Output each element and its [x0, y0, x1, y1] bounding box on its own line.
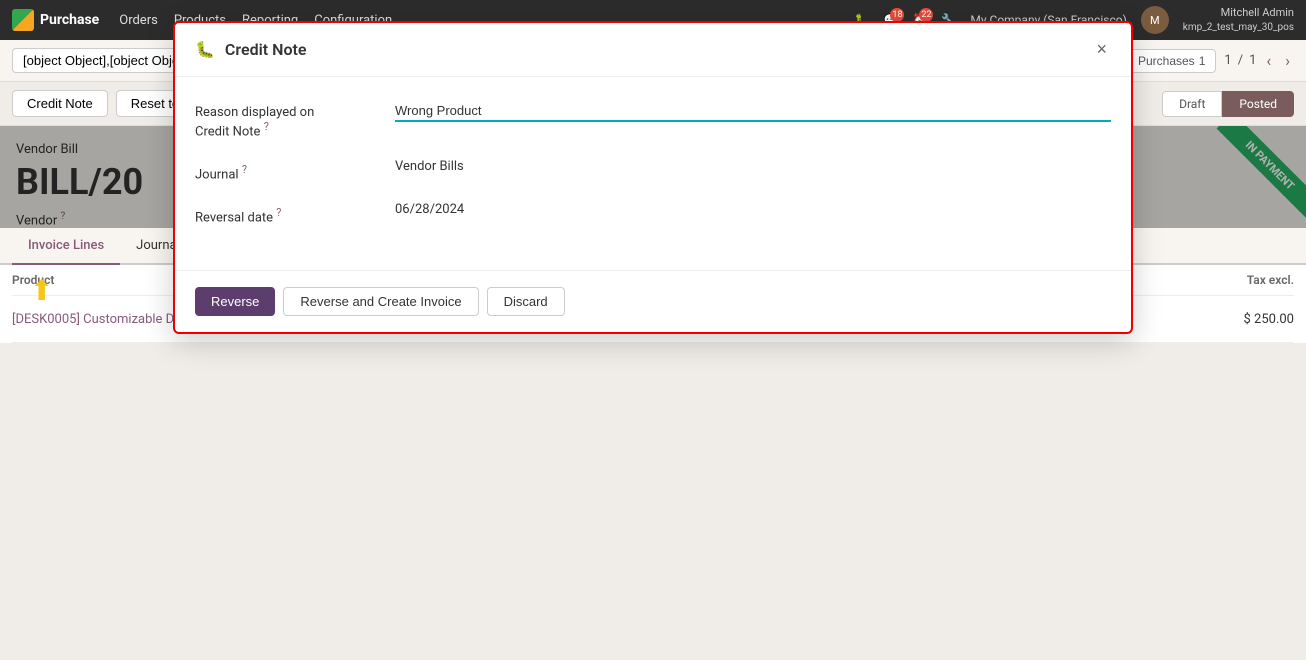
next-page-button[interactable]: ›: [1281, 49, 1294, 72]
reversal-date-row: Reversal date ? 06/28/2024: [195, 202, 1111, 225]
smart-btn-label: Purchases: [1138, 54, 1195, 68]
journal-help[interactable]: ?: [242, 163, 247, 176]
main-content: ⬆ Vendor Bill BILL/20 Vendor ? IN PAYMEN…: [0, 126, 1306, 228]
reverse-create-button[interactable]: Reverse and Create Invoice: [283, 287, 478, 316]
prev-page-button[interactable]: ‹: [1262, 49, 1275, 72]
reverse-button[interactable]: Reverse: [195, 287, 275, 316]
credit-note-dialog: 🐛 Credit Note × Reason displayed on Cred…: [173, 21, 1133, 334]
page-total: 1: [1249, 53, 1256, 68]
chat-count: 18: [890, 8, 904, 22]
smart-btn-count: 1: [1199, 54, 1206, 68]
dialog-title: Credit Note: [225, 40, 1083, 59]
dialog-header: 🐛 Credit Note ×: [175, 23, 1131, 77]
nav-orders[interactable]: Orders: [119, 13, 158, 28]
logo-icon: [12, 9, 34, 31]
avatar[interactable]: M: [1141, 6, 1169, 34]
page-current: 1: [1224, 53, 1231, 68]
credit-note-button[interactable]: Credit Note: [12, 90, 108, 117]
user-db: kmp_2_test_may_30_pos: [1183, 21, 1294, 34]
tab-invoice-lines[interactable]: Invoice Lines: [12, 228, 120, 265]
user-name: Mitchell Admin: [1183, 6, 1294, 20]
page-sep: /: [1238, 53, 1243, 68]
reversal-help[interactable]: ?: [276, 206, 281, 219]
dialog-bug-icon: 🐛: [195, 40, 215, 59]
status-draft[interactable]: Draft: [1162, 91, 1222, 117]
journal-value: Vendor Bills: [395, 159, 1111, 174]
reason-label: Reason displayed on Credit Note ?: [195, 101, 395, 139]
journal-row: Journal ? Vendor Bills: [195, 159, 1111, 182]
reversal-date-label: Reversal date ?: [195, 202, 395, 225]
dialog-close-button[interactable]: ×: [1092, 39, 1111, 60]
dialog-overlay: 🐛 Credit Note × Reason displayed on Cred…: [0, 126, 1306, 228]
app-logo[interactable]: Purchase: [12, 9, 99, 31]
arrow-indicator: ⬆: [30, 274, 53, 307]
journal-label: Journal ?: [195, 159, 395, 182]
app-name: Purchase: [40, 12, 99, 28]
status-bar: Draft Posted: [1162, 91, 1294, 117]
credit-note-label: Credit Note: [27, 96, 93, 111]
status-posted[interactable]: Posted: [1222, 91, 1294, 117]
dialog-body: Reason displayed on Credit Note ? Journa…: [175, 77, 1131, 270]
reason-input[interactable]: [395, 101, 1111, 122]
reversal-date-value: 06/28/2024: [395, 202, 1111, 217]
reason-value-container: [395, 101, 1111, 122]
reason-help[interactable]: ?: [264, 120, 269, 133]
dialog-footer: Reverse Reverse and Create Invoice Disca…: [175, 270, 1131, 332]
clock-count: 22: [919, 8, 933, 22]
pagination: 1 / 1 ‹ ›: [1224, 49, 1294, 72]
discard-button[interactable]: Discard: [487, 287, 565, 316]
reason-row: Reason displayed on Credit Note ?: [195, 101, 1111, 139]
